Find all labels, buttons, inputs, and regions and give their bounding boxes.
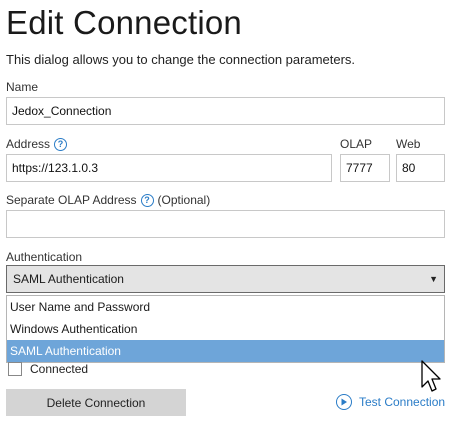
address-label-text: Address [6,137,51,151]
separate-olap-input[interactable] [6,210,445,238]
olap-port-input[interactable]: 7777 [340,154,390,182]
web-label: Web [396,137,420,151]
connected-label: Connected [30,362,89,376]
delete-connection-button[interactable]: Delete Connection [6,389,186,416]
help-icon[interactable]: ? [54,137,68,151]
authentication-label: Authentication [6,250,82,264]
chevron-down-icon[interactable]: ▼ [429,274,438,284]
dialog-subtitle: This dialog allows you to change the con… [6,52,356,67]
separate-olap-label: Separate OLAP Address ? (Optional) [6,193,210,207]
mouse-pointer-icon [421,360,441,392]
olap-port-value: 7777 [346,161,373,175]
play-circle-icon [336,394,352,410]
address-label: Address ? [6,137,68,151]
test-connection-label: Test Connection [359,395,446,409]
option-saml-authentication[interactable]: SAML Authentication [7,340,444,362]
optional-label: (Optional) [157,193,211,207]
option-user-name-password[interactable]: User Name and Password [7,296,444,318]
name-label-text: Name [6,80,39,94]
web-label-text: Web [396,137,421,151]
connected-checkbox[interactable] [8,362,22,376]
olap-label-text: OLAP [340,137,373,151]
web-port-value: 80 [402,161,416,175]
test-connection-button[interactable]: Test Connection [336,394,445,410]
name-input[interactable]: Jedox_Connection [6,97,445,125]
authentication-selected: SAML Authentication [13,272,124,286]
separate-olap-label-text: Separate OLAP Address [6,193,137,207]
delete-connection-label: Delete Connection [46,395,146,410]
address-input-value: https://123.1.0.3 [12,161,99,175]
olap-label: OLAP [340,137,372,151]
authentication-label-text: Authentication [6,250,83,264]
dialog-title: Edit Connection [6,4,242,41]
help-icon[interactable]: ? [140,193,154,207]
name-label: Name [6,80,38,94]
web-port-input[interactable]: 80 [396,154,445,182]
name-input-value: Jedox_Connection [12,104,112,118]
authentication-dropdown: User Name and Password Windows Authentic… [6,295,445,363]
address-input[interactable]: https://123.1.0.3 [6,154,332,182]
authentication-select[interactable]: SAML Authentication ▼ [6,265,445,293]
option-windows-authentication[interactable]: Windows Authentication [7,318,444,340]
